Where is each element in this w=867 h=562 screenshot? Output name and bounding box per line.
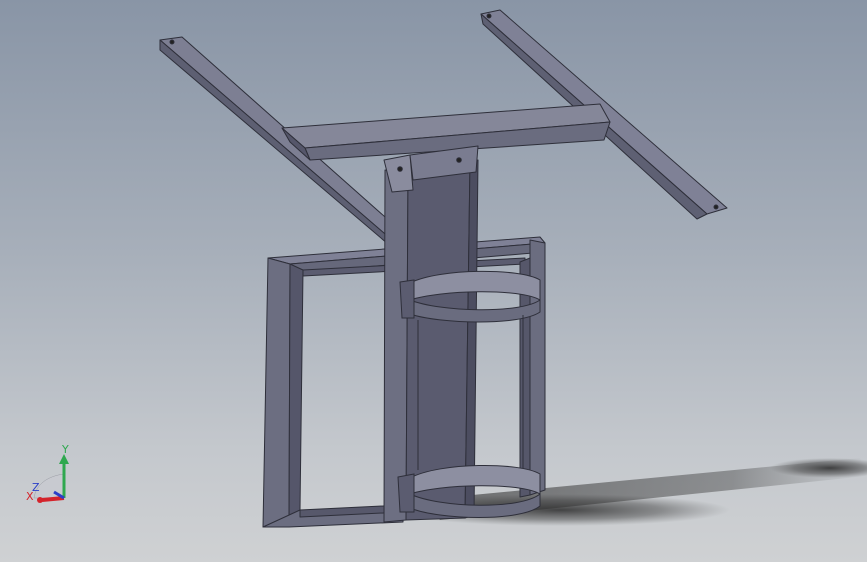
x-axis-cap (37, 497, 43, 503)
orientation-triad[interactable]: Y X Z (20, 440, 80, 510)
z-axis-label: Z (32, 481, 40, 494)
y-axis-label: Y (61, 443, 69, 456)
x-axis-arrow (41, 496, 65, 502)
model-viewport[interactable]: Y X Z (0, 0, 867, 562)
cad-model-scene[interactable] (0, 0, 867, 562)
